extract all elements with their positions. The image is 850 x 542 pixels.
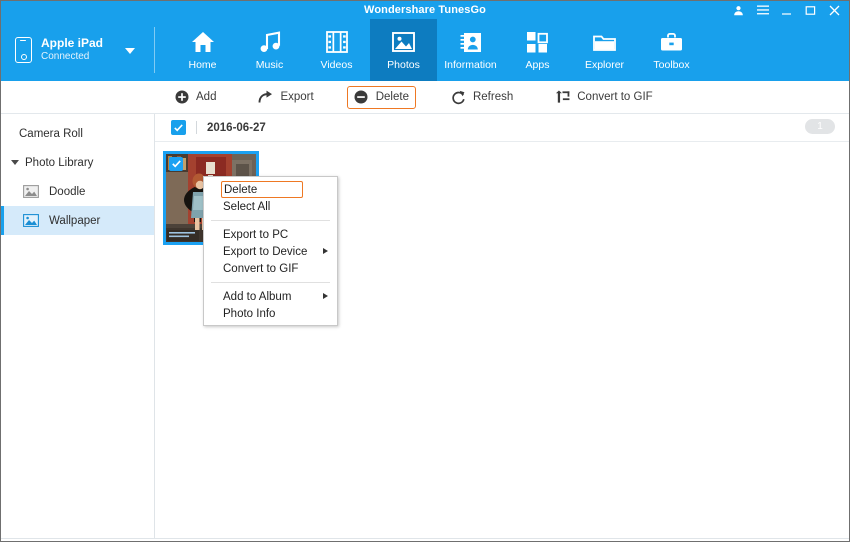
convert-icon [555,90,570,105]
information-icon [460,29,482,55]
context-menu-label: Photo Info [223,307,276,320]
maximize-button[interactable] [804,4,817,17]
nav-item-information[interactable]: Information [437,19,504,81]
explorer-icon [593,29,616,55]
nav-label: Music [255,59,284,71]
videos-icon [325,29,348,55]
add-label: Add [196,91,217,103]
device-selector[interactable]: Apple iPad Connected [1,19,155,81]
sidebar-item-label: Camera Roll [19,127,83,140]
home-icon [191,29,215,55]
sidebar-item-camera-roll[interactable]: Camera Roll [1,119,154,148]
triangle-down-icon[interactable] [11,160,19,165]
nav-label: Explorer [584,59,625,71]
export-icon [258,90,273,105]
refresh-icon [451,90,466,105]
context-menu-item-select-all[interactable]: Select All [204,198,337,215]
context-menu-item-convert-to-gif[interactable]: Convert to GIF [204,260,337,277]
title-bar: Wondershare TunesGo [1,1,849,19]
add-button[interactable]: Add [167,86,223,109]
sidebar-item-label: Doodle [49,185,86,198]
divider [196,121,197,134]
action-toolbar: Add Export Delete Refresh Convert to GIF [1,81,849,114]
toolbox-icon [660,29,683,55]
convert-to-gif-button[interactable]: Convert to GIF [548,86,659,109]
context-menu-item-photo-info[interactable]: Photo Info [204,305,337,322]
context-menu-item-export-to-pc[interactable]: Export to PC [204,226,337,243]
submenu-arrow-icon [323,293,328,299]
convert-label: Convert to GIF [577,91,653,103]
picture-icon [23,214,39,227]
menu-divider [211,282,330,283]
sidebar-item-photo-library[interactable]: Photo Library [1,148,154,177]
context-menu-label: Add to Album [223,290,292,303]
nav-item-toolbox[interactable]: Toolbox [638,19,705,81]
date-group-header: 2016-06-27 1 [155,114,849,142]
context-menu-item-add-to-album[interactable]: Add to Album [204,288,337,305]
nav-item-videos[interactable]: Videos [303,19,370,81]
delete-button[interactable]: Delete [346,85,416,109]
sidebar-item-label: Photo Library [25,156,94,169]
device-status: Connected [41,51,90,63]
apps-icon [527,29,548,55]
nav-label: Home [188,59,217,71]
context-menu-item-delete[interactable]: Delete [221,181,303,198]
nav-label: Information [444,59,497,71]
menu-icon[interactable] [756,4,769,17]
content-area: Camera Roll Photo Library Doodle Wallpap… [1,114,849,538]
delete-label: Delete [375,91,409,103]
app-header: Apple iPad Connected Home Music Videos P… [1,19,849,81]
device-name: Apple iPad [41,36,104,51]
window-controls [732,1,841,19]
context-menu-label: Export to PC [223,228,289,241]
nav-label: Toolbox [653,59,690,71]
submenu-arrow-icon [323,248,328,254]
context-menu-label: Export to Device [223,245,308,258]
nav-label: Videos [320,59,353,71]
export-label: Export [280,91,314,103]
sidebar-item-doodle[interactable]: Doodle [1,177,154,206]
menu-divider [211,220,330,221]
nav-item-photos[interactable]: Photos [370,19,437,81]
device-icon [15,37,32,63]
nav-label: Photos [387,59,420,71]
context-menu-label: Convert to GIF [223,262,299,275]
group-checkbox[interactable] [171,120,186,135]
photos-icon [392,29,415,55]
close-button[interactable] [828,4,841,17]
sidebar-item-wallpaper[interactable]: Wallpaper [1,206,154,235]
export-button[interactable]: Export [251,86,320,109]
picture-icon [23,185,39,198]
add-icon [174,90,189,105]
nav-item-apps[interactable]: Apps [504,19,571,81]
sidebar-item-label: Wallpaper [49,214,101,227]
context-menu-item-export-to-device[interactable]: Export to Device [204,243,337,260]
nav-item-home[interactable]: Home [169,19,236,81]
sidebar: Camera Roll Photo Library Doodle Wallpap… [1,114,155,538]
context-menu: Delete Select All Export to PC Export to… [203,176,338,326]
window-title: Wondershare TunesGo [364,4,486,16]
nav-item-explorer[interactable]: Explorer [571,19,638,81]
account-icon[interactable] [732,4,745,17]
date-group-label: 2016-06-27 [207,121,266,134]
context-menu-label: Select All [223,200,271,213]
application-window: Wondershare TunesGo Apple iPad Connected… [0,0,850,542]
music-icon [258,29,282,55]
context-menu-label: Delete [224,183,258,196]
main-navigation: Home Music Videos Photos Information App… [155,19,849,81]
minimize-button[interactable] [780,4,793,17]
status-bar: 1 of 1 item(s),545.13KB [1,538,849,541]
refresh-button[interactable]: Refresh [444,86,520,109]
refresh-label: Refresh [472,91,514,103]
nav-label: Apps [525,59,550,71]
delete-icon [354,90,369,105]
photo-checkbox[interactable] [169,157,183,171]
photo-browser: 2016-06-27 1 Delete Select All Export to… [155,114,849,538]
chevron-down-icon[interactable] [125,48,135,54]
item-count-badge: 1 [805,119,835,134]
nav-item-music[interactable]: Music [236,19,303,81]
device-info: Apple iPad Connected [41,36,103,64]
